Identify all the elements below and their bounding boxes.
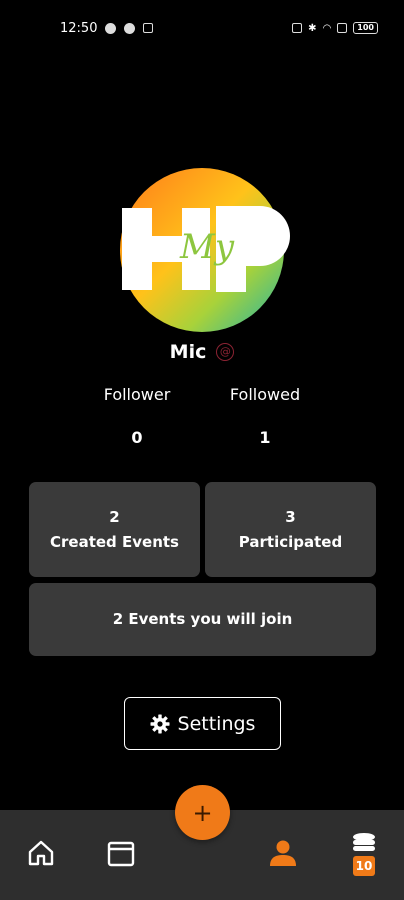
participated-card[interactable]: 3 Participated	[205, 482, 376, 577]
username: Mic	[169, 341, 207, 363]
coin-count-badge: 10	[353, 856, 375, 876]
plus-icon: +	[192, 798, 213, 827]
notification-icon	[124, 22, 136, 34]
follower-count[interactable]: 0	[77, 428, 197, 447]
sim-icon	[337, 23, 348, 33]
created-events-label: Created Events	[50, 532, 179, 551]
wifi-icon: ◠	[322, 22, 332, 34]
events-to-join-label: 2 Events you will join	[112, 610, 293, 628]
participated-label: Participated	[238, 532, 343, 551]
bluetooth-icon: ✱	[308, 22, 317, 34]
calendar-icon	[107, 841, 135, 867]
vibrate-icon	[292, 23, 303, 33]
settings-button[interactable]: Settings	[124, 697, 281, 750]
username-row: Mic @	[0, 341, 404, 363]
followed-label[interactable]: Followed	[205, 385, 325, 404]
facebook-icon	[105, 22, 117, 34]
status-time: 12:50	[60, 20, 98, 36]
created-events-card[interactable]: 2 Created Events	[29, 482, 200, 577]
profile-avatar-logo: My	[120, 168, 290, 332]
at-icon[interactable]: @	[216, 343, 235, 361]
follower-label[interactable]: Follower	[77, 385, 197, 404]
status-bar: 12:50 ✱ ◠ 100	[0, 0, 404, 56]
followed-count[interactable]: 1	[205, 428, 325, 447]
profile-icon	[270, 840, 296, 866]
battery-icon: 100	[353, 22, 378, 34]
nav-calendar[interactable]	[106, 838, 136, 872]
created-events-count: 2	[109, 507, 120, 526]
gear-icon	[150, 714, 170, 733]
events-to-join-card[interactable]: 2 Events you will join	[29, 583, 376, 656]
participated-count: 3	[285, 507, 296, 526]
nav-home[interactable]	[26, 838, 56, 872]
nav-profile[interactable]	[268, 838, 298, 872]
settings-label: Settings	[177, 712, 256, 735]
add-event-button[interactable]: +	[175, 785, 230, 840]
svg-text:My: My	[179, 227, 235, 267]
nav-coins[interactable]: 10	[350, 832, 378, 876]
home-icon	[28, 840, 54, 866]
app-notification-icon	[143, 23, 154, 33]
